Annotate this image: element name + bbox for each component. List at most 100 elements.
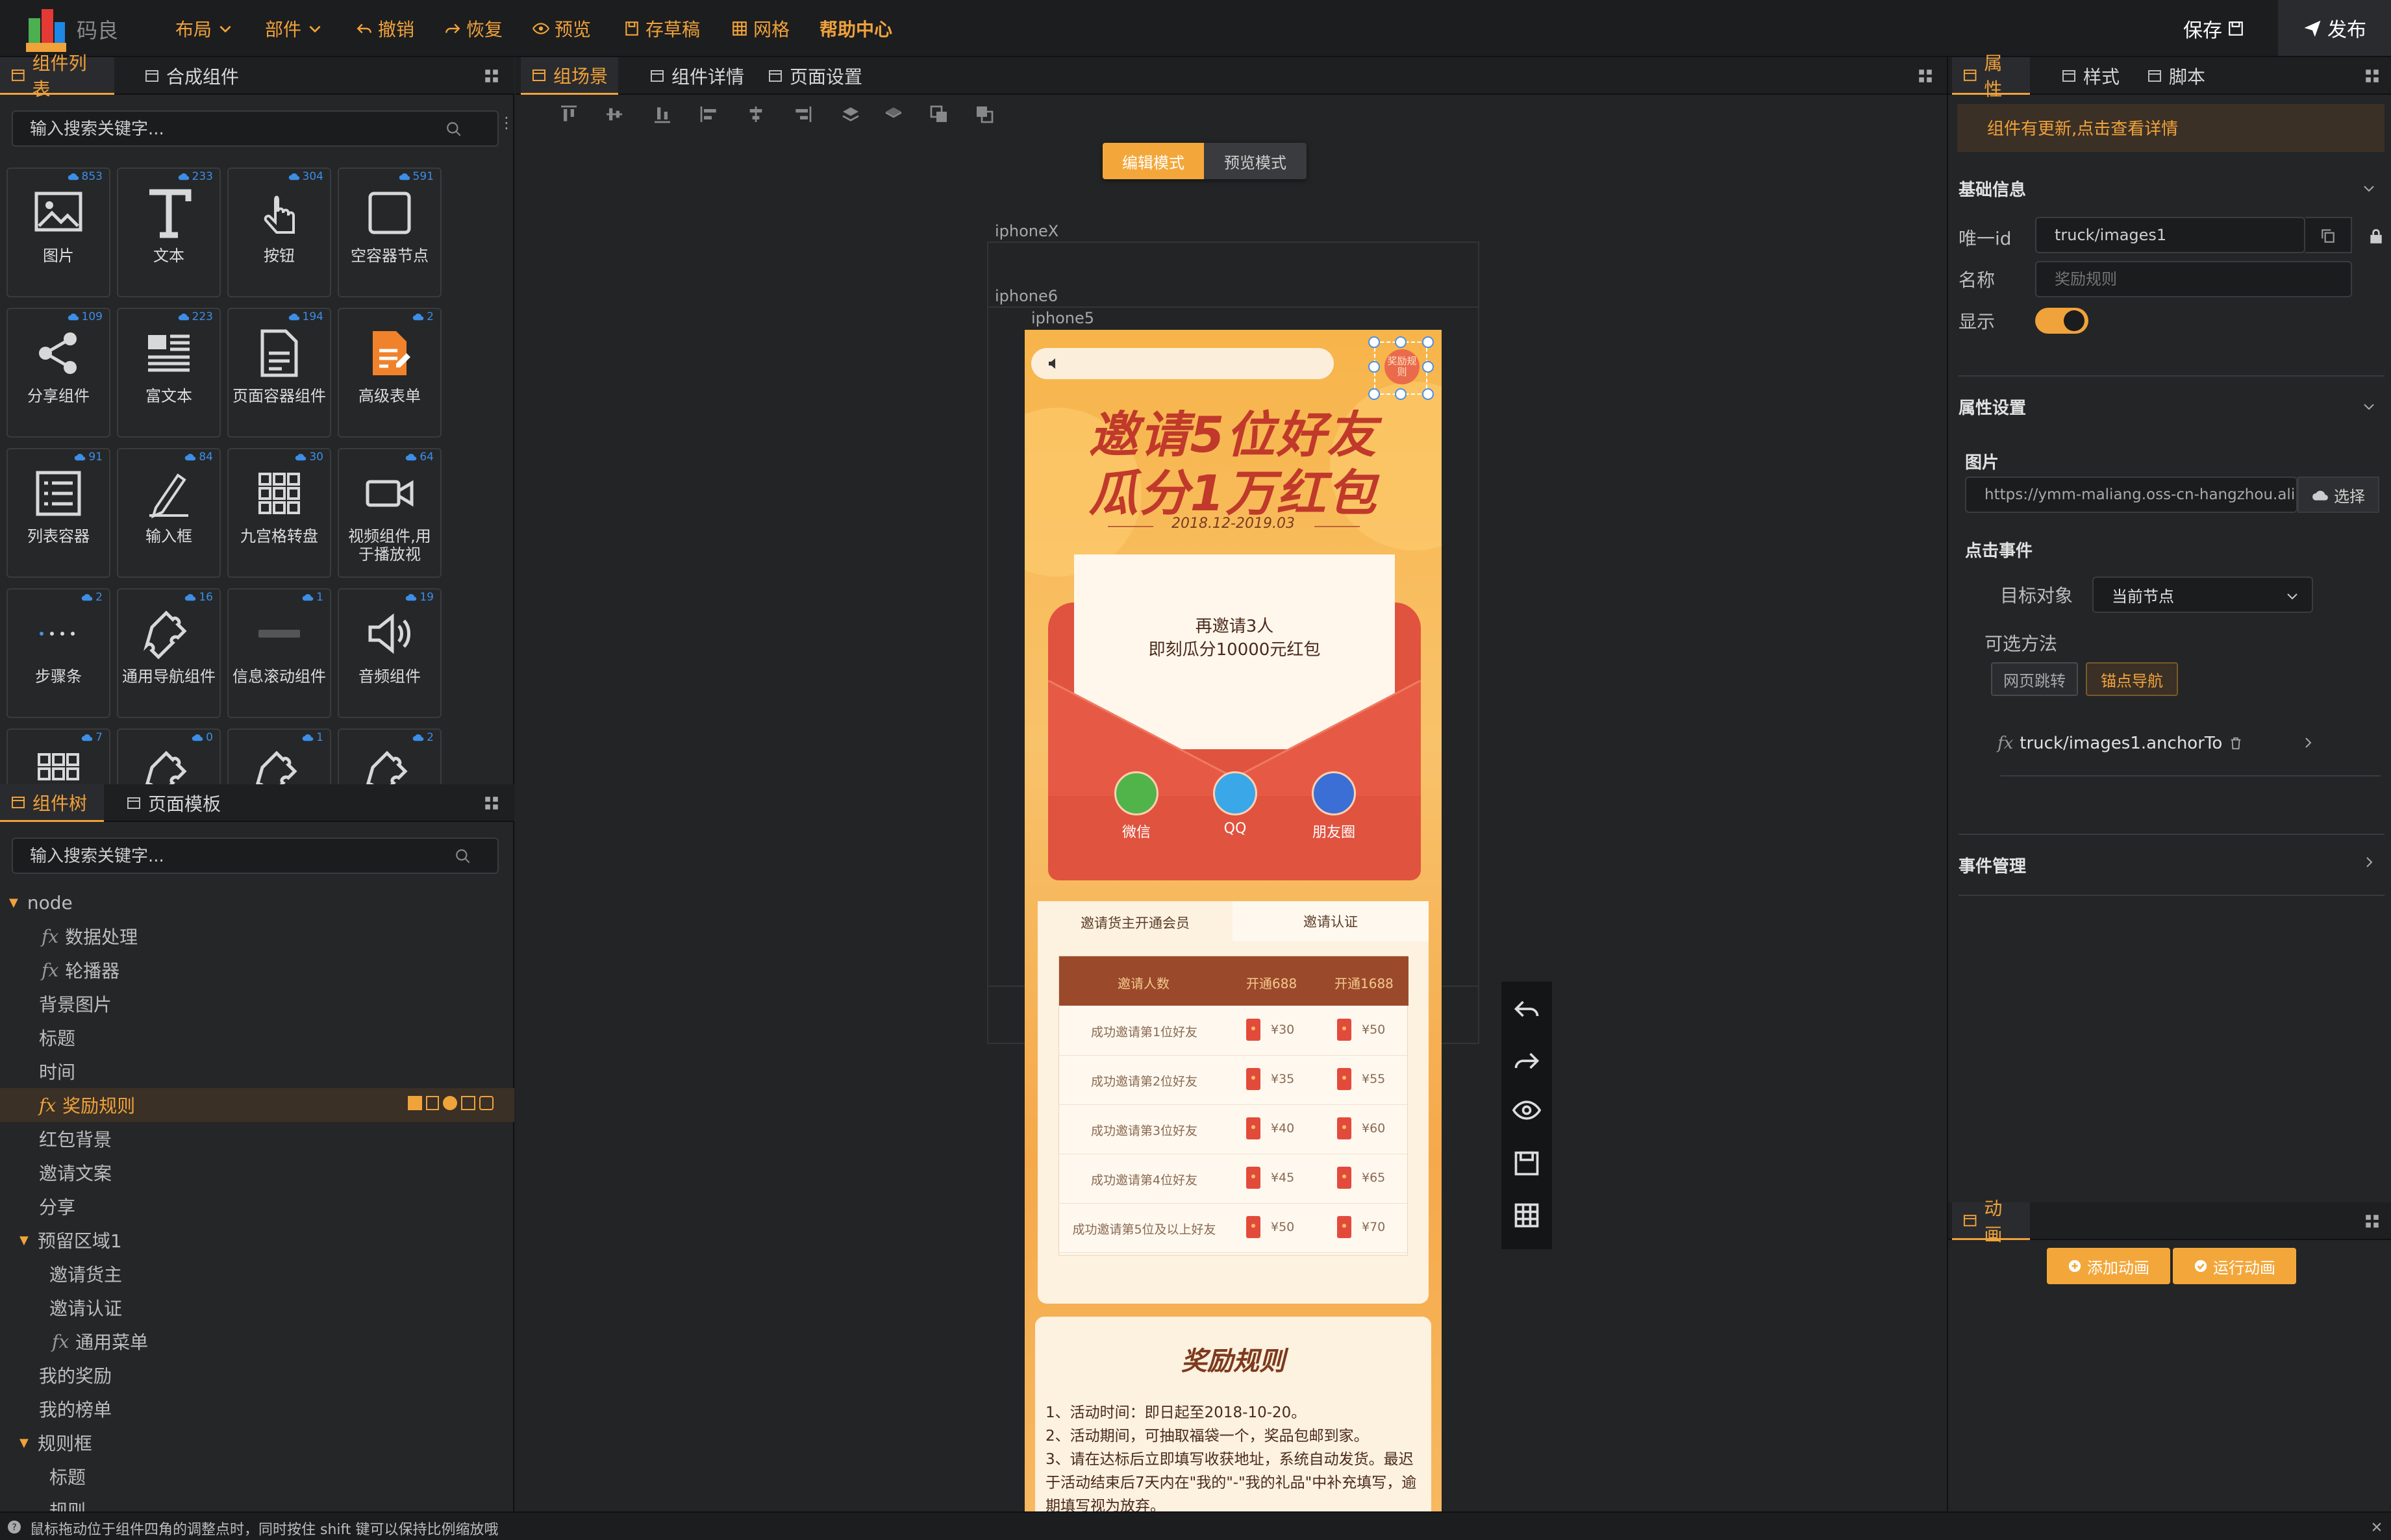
search-icon[interactable] (445, 121, 462, 138)
tree-node[interactable]: ▼ node (0, 886, 514, 919)
panel-grid-icon[interactable] (1917, 68, 1934, 84)
choose-image-button[interactable]: 选择 (2297, 477, 2379, 513)
component-tile[interactable]: 84 输入框 (117, 448, 221, 578)
save-icon[interactable] (1512, 1149, 1541, 1178)
layer-down-icon[interactable] (883, 104, 904, 125)
panel-grid-icon[interactable] (2364, 68, 2381, 84)
run-animation-button[interactable]: 运行动画 (2173, 1248, 2296, 1284)
tab-composite-components[interactable]: 合成组件 (134, 57, 249, 95)
component-tile[interactable]: 1 (227, 728, 331, 784)
tree-node[interactable]: ▼ 规则框 (0, 1426, 514, 1459)
component-tile[interactable]: 64 视频组件,用于播放视 (338, 448, 442, 578)
search-icon[interactable] (455, 848, 471, 865)
tab-component-list[interactable]: 组件列表 (0, 53, 114, 100)
resize-handle[interactable] (1422, 361, 1434, 373)
tree-node[interactable]: 我的奖励 (0, 1358, 514, 1392)
phone-top-bar[interactable] (1031, 348, 1334, 379)
tree-search-input[interactable] (29, 844, 395, 869)
component-tile[interactable]: 2 高级表单 (338, 308, 442, 438)
preview-mode-button[interactable]: 预览模式 (1204, 143, 1307, 179)
close-icon[interactable] (2370, 1521, 2383, 1534)
component-tile[interactable]: 0 (117, 728, 221, 784)
align-top-icon[interactable] (558, 104, 579, 125)
update-notice[interactable]: 组件有更新,点击查看详情 (1957, 104, 2385, 152)
section-basic-info[interactable]: 基础信息 (1959, 177, 2026, 201)
more-options-icon[interactable]: ⋮ (499, 115, 514, 139)
target-select[interactable]: 当前节点 (2092, 577, 2313, 613)
component-tile[interactable]: 304 按钮 (227, 168, 331, 297)
method-web-jump[interactable]: 网页跳转 (1991, 662, 2078, 696)
layer-up-icon[interactable] (840, 104, 861, 125)
publish-button[interactable]: 发布 (2278, 0, 2391, 56)
panel-grid-icon[interactable] (483, 795, 500, 812)
component-tile[interactable]: 853 图片 (6, 168, 110, 297)
method-anchor-nav[interactable]: 锚点导航 (2086, 662, 2178, 696)
menu-layout[interactable]: 布局 (175, 13, 234, 44)
tree-node[interactable]: 邀请文案 (0, 1156, 514, 1189)
fx-method-row[interactable]: fx truck/images1.anchorTo (1997, 727, 2381, 760)
share-wechat[interactable]: 微信 (1112, 771, 1161, 843)
align-right-icon[interactable] (792, 104, 813, 125)
reward-tab-2[interactable]: 邀请认证 (1233, 901, 1429, 941)
tree-node[interactable]: 标题 (0, 1021, 514, 1054)
reward-tab-1[interactable]: 邀请货主开通会员 (1038, 913, 1233, 932)
menu-parts[interactable]: 部件 (265, 13, 323, 44)
align-bottom-icon[interactable] (652, 104, 673, 125)
lock-icon[interactable] (2368, 227, 2385, 245)
component-tile[interactable]: 591 空容器节点 (338, 168, 442, 297)
send-back-icon[interactable] (974, 104, 995, 125)
trash-icon[interactable] (2229, 736, 2243, 751)
component-tile[interactable]: 91 列表容器 (6, 448, 110, 578)
share-moments[interactable]: 朋友圈 (1309, 771, 1358, 843)
visible-toggle[interactable] (2035, 308, 2088, 334)
visible-icon[interactable] (443, 1096, 457, 1110)
resize-handle[interactable] (1368, 336, 1380, 348)
component-tile[interactable]: 2 步骤条 (6, 588, 110, 718)
copy-button[interactable] (2305, 217, 2352, 253)
grid-button[interactable]: 网格 (731, 13, 790, 44)
tab-script[interactable]: 脚本 (2136, 57, 2216, 95)
tree-node[interactable]: fx 奖励规则 (0, 1088, 514, 1122)
tree-node[interactable]: 邀请认证 (0, 1291, 514, 1324)
undo-button[interactable]: 撤销 (356, 13, 414, 44)
tree-node[interactable]: 我的榜单 (0, 1392, 514, 1426)
bring-front-icon[interactable] (929, 104, 949, 125)
section-attr-settings[interactable]: 属性设置 (1959, 395, 2026, 419)
chevron-right-icon[interactable] (2361, 854, 2377, 870)
tree-node[interactable]: fx 数据处理 (0, 919, 514, 953)
resize-handle[interactable] (1422, 336, 1434, 348)
component-tile[interactable]: 1 信息滚动组件 (227, 588, 331, 718)
copy-icon[interactable] (426, 1096, 439, 1110)
resize-handle[interactable] (1395, 336, 1407, 348)
panel-grid-icon[interactable] (2364, 1213, 2381, 1230)
image-url-field[interactable]: https://ymm-maliang.oss-cn-hangzhou.ali (1965, 477, 2297, 513)
tree-node[interactable]: 红包背景 (0, 1122, 514, 1156)
tree-node[interactable]: 背景图片 (0, 987, 514, 1021)
help-center-link[interactable]: 帮助中心 (820, 13, 892, 44)
tree-node[interactable]: 分享 (0, 1189, 514, 1223)
tab-component-detail[interactable]: 组件详情 (639, 57, 755, 95)
name-field[interactable] (2035, 261, 2352, 297)
tab-animation[interactable]: 动画 (1952, 1198, 2030, 1245)
save-draft-button[interactable]: 存草稿 (623, 13, 700, 44)
edit-icon[interactable] (408, 1096, 422, 1110)
tree-node[interactable]: 标题 (0, 1459, 514, 1493)
component-tile[interactable]: 7 (6, 728, 110, 784)
add-animation-button[interactable]: 添加动画 (2047, 1248, 2170, 1284)
preview-button[interactable]: 预览 (532, 13, 591, 44)
logo[interactable] (23, 3, 69, 55)
share-qq[interactable]: QQ (1210, 771, 1260, 843)
edit-mode-button[interactable]: 编辑模式 (1103, 143, 1204, 179)
frame-icon[interactable] (461, 1096, 475, 1110)
id-field[interactable]: truck/images1 (2035, 217, 2305, 253)
component-tile[interactable]: 194 页面容器组件 (227, 308, 331, 438)
tab-properties[interactable]: 属性 (1952, 53, 2030, 100)
reward-rule-badge[interactable]: 奖励规则 (1374, 342, 1427, 395)
chevron-right-icon[interactable] (2300, 735, 2316, 751)
section-event-mgmt[interactable]: 事件管理 (1959, 853, 2026, 877)
redo-icon[interactable] (1512, 1047, 1541, 1075)
tree-node[interactable]: fx 轮播器 (0, 953, 514, 987)
chevron-down-icon[interactable] (2361, 399, 2377, 414)
component-tile[interactable]: 109 分享组件 (6, 308, 110, 438)
save-button[interactable]: 保存 (2183, 13, 2244, 44)
